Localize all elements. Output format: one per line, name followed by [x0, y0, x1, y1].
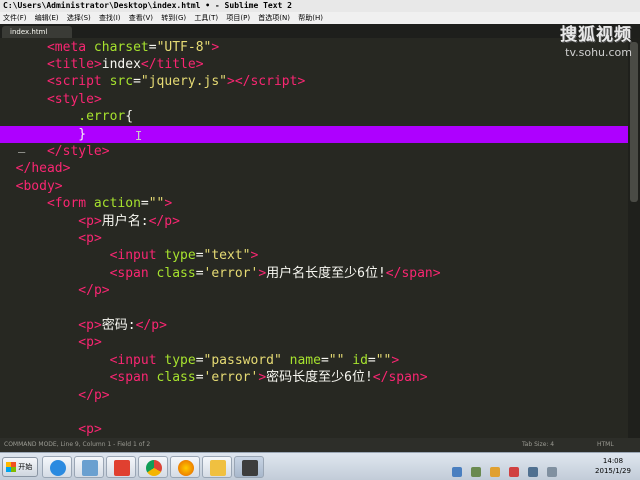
taskbar-app-browser-icon[interactable] — [42, 456, 72, 478]
start-button[interactable]: 开始 — [2, 457, 38, 477]
code-line: .error{ — [78, 109, 134, 125]
tray-update-icon[interactable] — [490, 466, 501, 477]
menu-preferences[interactable]: 首选项(N) — [255, 12, 293, 24]
menu-bar: 文件(F) 编辑(E) 选择(S) 查找(I) 查看(V) 转到(G) 工具(T… — [0, 12, 640, 24]
windows-logo-icon — [6, 462, 16, 472]
watermark-logo: 搜狐视频 — [560, 25, 632, 45]
tray-monitor-icon[interactable] — [528, 466, 539, 477]
tab-index-html[interactable]: index.html — [2, 26, 72, 38]
code-line: </style> — [46, 143, 110, 159]
code-line-selected: } — [0, 125, 628, 143]
code-line: <form action=""> — [46, 196, 173, 212]
scrollbar-thumb[interactable] — [630, 42, 638, 202]
window-title-bar: C:\Users\Administrator\Desktop\index.htm… — [0, 0, 640, 12]
code-line: <script src="jquery.js"></script> — [46, 74, 306, 90]
watermark: 搜狐视频 tv.sohu.com — [560, 20, 632, 59]
clock-time: 14:08 — [602, 457, 624, 465]
tray-security-icon[interactable] — [509, 466, 520, 477]
taskbar-app-chrome-icon[interactable] — [138, 456, 168, 478]
code-line: </head> — [15, 161, 71, 177]
status-mode: COMMAND MODE, Line 9, Column 1 - Field 1… — [4, 441, 151, 448]
code-line: <span class='error'>密码长度至少6位!</span> — [109, 370, 428, 386]
watermark-url: tv.sohu.com — [565, 46, 632, 59]
code-editor[interactable]: <meta charset="UTF-8"> <title>index</tit… — [0, 38, 628, 438]
tab-label: index.html — [10, 28, 48, 36]
menu-goto[interactable]: 转到(G) — [158, 12, 189, 24]
clock-date: 2015/1/29 — [595, 467, 631, 475]
status-syntax[interactable]: HTML — [597, 438, 614, 452]
code-line: <input type="text"> — [109, 248, 259, 264]
menu-file[interactable]: 文件(F) — [0, 12, 30, 24]
mouse-cursor-icon: I — [135, 129, 143, 143]
menu-find[interactable]: 查找(I) — [96, 12, 124, 24]
code-line: <p>密码:</p> — [78, 317, 167, 333]
code-line: </p> — [78, 387, 110, 403]
tab-bar: index.html — [0, 24, 640, 38]
menu-selection[interactable]: 选择(S) — [64, 12, 94, 24]
code-line: <p> — [78, 335, 102, 351]
gutter-marker: _ — [18, 139, 26, 153]
code-line: <meta charset="UTF-8"> — [46, 39, 220, 55]
taskbar-app-player-icon[interactable] — [106, 456, 136, 478]
window-title: C:\Users\Administrator\Desktop\index.htm… — [3, 1, 292, 10]
tray-volume-icon[interactable] — [547, 466, 558, 477]
menu-view[interactable]: 查看(V) — [126, 12, 156, 24]
code-line: <p>用户名:</p> — [78, 213, 180, 229]
start-label: 开始 — [18, 463, 33, 471]
menu-project[interactable]: 项目(P) — [223, 12, 253, 24]
status-bar: COMMAND MODE, Line 9, Column 1 - Field 1… — [0, 438, 640, 452]
code-line: <p> — [78, 230, 102, 246]
code-line: </p> — [78, 283, 110, 299]
menu-help[interactable]: 帮助(H) — [295, 12, 326, 24]
tray-app-icon[interactable] — [471, 466, 482, 477]
code-line: <input type="password" name="" id=""> — [109, 352, 400, 368]
menu-edit[interactable]: 编辑(E) — [32, 12, 62, 24]
code-line: <span class='error'>用户名长度至少6位!</span> — [109, 265, 441, 281]
menu-tools[interactable]: 工具(T) — [191, 12, 221, 24]
taskbar: 开始 14:08 2015/1/29 — [0, 452, 640, 480]
taskbar-app-search-icon[interactable] — [74, 456, 104, 478]
code-line: <p> — [78, 422, 102, 438]
code-line: <style> — [46, 91, 102, 107]
code-line: <body> — [15, 178, 63, 194]
system-tray — [452, 461, 561, 477]
tray-network-icon[interactable] — [452, 466, 462, 477]
vertical-scrollbar[interactable] — [628, 38, 640, 438]
taskbar-app-sublime-icon[interactable] — [234, 456, 264, 478]
taskbar-app-help-icon[interactable] — [202, 456, 232, 478]
taskbar-app-firefox-icon[interactable] — [170, 456, 200, 478]
taskbar-clock[interactable]: 14:08 2015/1/29 — [588, 456, 638, 476]
code-line: <title>index</title> — [46, 56, 204, 72]
status-tab-size[interactable]: Tab Size: 4 — [522, 438, 554, 452]
